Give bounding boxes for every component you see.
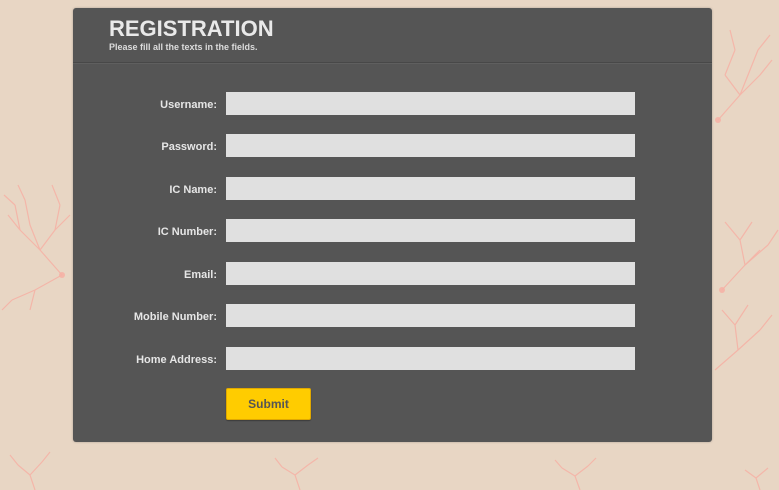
header-divider — [73, 63, 712, 64]
form-row-email: Email: — [73, 262, 712, 285]
coral-branch-icon — [714, 304, 773, 371]
mobile-number-label: Mobile Number: — [133, 311, 217, 323]
form-row-mobile-number: Mobile Number: — [73, 304, 712, 327]
ic-name-input[interactable] — [226, 177, 635, 200]
email-label: Email: — [183, 269, 217, 281]
page-subtitle: Please fill all the texts in the fields. — [109, 42, 258, 52]
coral-branch-icon — [9, 451, 769, 490]
mobile-number-input[interactable] — [226, 304, 635, 327]
form-row-ic-name: IC Name: — [73, 177, 712, 200]
coral-branch-icon — [717, 29, 773, 121]
ic-name-label: IC Name: — [169, 184, 217, 196]
form-row-password: Password: — [73, 134, 712, 157]
ic-number-label: IC Number: — [157, 226, 217, 238]
email-input[interactable] — [226, 262, 635, 285]
form-row-ic-number: IC Number: — [73, 219, 712, 242]
page-title: REGISTRATION — [109, 16, 274, 41]
home-address-input[interactable] — [226, 347, 635, 370]
home-address-label: Home Address: — [136, 354, 217, 366]
username-input[interactable] — [226, 92, 635, 115]
form-row-username: Username: — [73, 92, 712, 115]
password-input[interactable] — [226, 134, 635, 157]
password-label: Password: — [161, 141, 217, 153]
coral-branch-icon — [1, 184, 71, 311]
registration-panel: REGISTRATION Please fill all the texts i… — [73, 8, 712, 442]
coral-branch-icon — [721, 221, 779, 291]
panel-header: REGISTRATION Please fill all the texts i… — [73, 8, 712, 63]
username-label: Username: — [160, 99, 217, 111]
submit-button[interactable]: Submit — [226, 388, 311, 420]
form-row-home-address: Home Address: — [73, 347, 712, 370]
ic-number-input[interactable] — [226, 219, 635, 242]
